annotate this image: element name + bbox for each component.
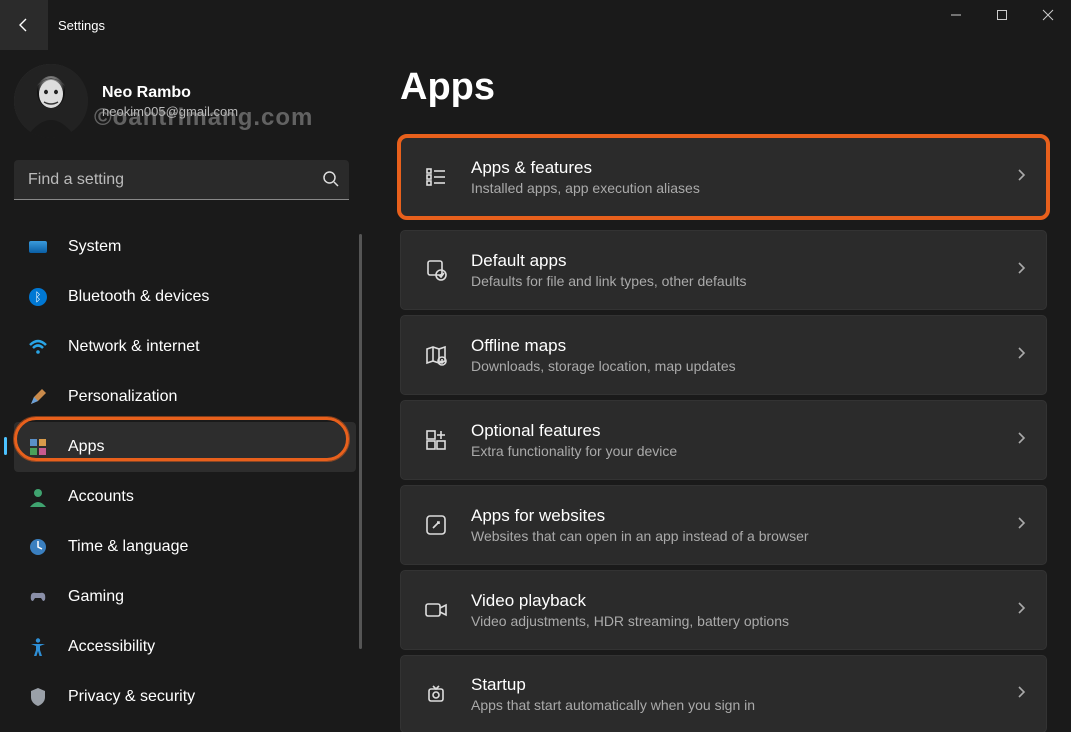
chevron-right-icon: [1016, 346, 1026, 365]
bluetooth-icon: ᛒ: [28, 287, 48, 307]
search-icon: [322, 170, 340, 193]
sidebar-item-label: Accessibility: [68, 638, 155, 656]
card-sub: Extra functionality for your device: [471, 443, 994, 459]
sidebar-item-label: Privacy & security: [68, 688, 195, 706]
page-title: Apps: [400, 66, 1047, 109]
close-icon: [1042, 9, 1054, 21]
video-icon: [423, 598, 449, 622]
chevron-right-icon: [1016, 261, 1026, 280]
search-wrap: [14, 160, 356, 200]
card-title: Offline maps: [471, 336, 994, 356]
accessibility-icon: [28, 637, 48, 657]
card-apps-features[interactable]: Apps & features Installed apps, app execu…: [400, 137, 1047, 217]
card-title: Optional features: [471, 421, 994, 441]
sidebar-item-accounts[interactable]: Accounts: [14, 472, 356, 522]
card-title: Apps & features: [471, 158, 994, 178]
sidebar-item-label: Personalization: [68, 388, 177, 406]
user-email: neokim005@gmail.com: [102, 104, 238, 119]
chevron-right-icon: [1016, 601, 1026, 620]
person-icon: [28, 487, 48, 507]
avatar: [14, 64, 88, 138]
sidebar-item-gaming[interactable]: Gaming: [14, 572, 356, 622]
sidebar-item-system[interactable]: System: [14, 222, 356, 272]
startup-icon: [423, 682, 449, 706]
card-apps-for-websites[interactable]: Apps for websites Websites that can open …: [400, 485, 1047, 565]
sidebar-scrollbar[interactable]: [359, 234, 362, 649]
monitor-icon: [28, 237, 48, 257]
sidebar-item-time-language[interactable]: Time & language: [14, 522, 356, 572]
close-button[interactable]: [1025, 0, 1071, 30]
sidebar: Neo Rambo neokim005@gmail.com ©oantriman…: [0, 50, 370, 732]
titlebar: Settings: [0, 0, 1071, 50]
card-sub: Video adjustments, HDR streaming, batter…: [471, 613, 994, 629]
nav: System ᛒ Bluetooth & devices Network & i…: [14, 222, 356, 722]
sidebar-item-label: System: [68, 238, 121, 256]
default-apps-icon: [423, 258, 449, 282]
apps-icon: [28, 437, 48, 457]
sidebar-item-label: Time & language: [68, 538, 188, 556]
clock-globe-icon: [28, 537, 48, 557]
chevron-right-icon: [1016, 516, 1026, 535]
chevron-right-icon: [1016, 685, 1026, 704]
card-sub: Apps that start automatically when you s…: [471, 697, 994, 713]
chevron-right-icon: [1016, 168, 1026, 187]
card-optional-features[interactable]: Optional features Extra functionality for…: [400, 400, 1047, 480]
paintbrush-icon: [28, 387, 48, 407]
gamepad-icon: [28, 587, 48, 607]
minimize-icon: [950, 9, 962, 21]
sidebar-item-label: Accounts: [68, 488, 134, 506]
minimize-button[interactable]: [933, 0, 979, 30]
card-title: Video playback: [471, 591, 994, 611]
card-title: Startup: [471, 675, 994, 695]
sidebar-item-accessibility[interactable]: Accessibility: [14, 622, 356, 672]
user-name: Neo Rambo: [102, 84, 238, 102]
back-button[interactable]: [0, 0, 48, 50]
card-title: Default apps: [471, 251, 994, 271]
card-default-apps[interactable]: Default apps Defaults for file and link t…: [400, 230, 1047, 310]
avatar-image: [14, 64, 88, 138]
map-icon: [423, 343, 449, 367]
card-title: Apps for websites: [471, 506, 994, 526]
window-title: Settings: [58, 18, 105, 33]
content: Apps Apps & features Installed apps, app …: [370, 50, 1071, 732]
arrow-left-icon: [16, 17, 32, 33]
card-startup[interactable]: Startup Apps that start automatically whe…: [400, 655, 1047, 732]
card-sub: Downloads, storage location, map updates: [471, 358, 994, 374]
chevron-right-icon: [1016, 431, 1026, 450]
window-controls: [933, 0, 1071, 30]
card-sub: Websites that can open in an app instead…: [471, 528, 994, 544]
shield-icon: [28, 687, 48, 707]
wifi-icon: [28, 337, 48, 357]
list-icon: [423, 165, 449, 189]
nav-active-indicator: [4, 437, 7, 455]
sidebar-item-personalization[interactable]: Personalization: [14, 372, 356, 422]
sidebar-item-label: Bluetooth & devices: [68, 288, 209, 306]
sidebar-item-apps[interactable]: Apps: [14, 422, 356, 472]
user-block[interactable]: Neo Rambo neokim005@gmail.com ©oantriman…: [14, 64, 356, 138]
card-offline-maps[interactable]: Offline maps Downloads, storage location,…: [400, 315, 1047, 395]
sidebar-item-label: Gaming: [68, 588, 124, 606]
sidebar-item-label: Network & internet: [68, 338, 200, 356]
maximize-button[interactable]: [979, 0, 1025, 30]
sidebar-item-label: Apps: [68, 438, 104, 456]
sidebar-item-privacy-security[interactable]: Privacy & security: [14, 672, 356, 722]
apps-websites-icon: [423, 513, 449, 537]
optional-features-icon: [423, 428, 449, 452]
card-sub: Installed apps, app execution aliases: [471, 180, 994, 196]
card-video-playback[interactable]: Video playback Video adjustments, HDR str…: [400, 570, 1047, 650]
sidebar-item-bluetooth[interactable]: ᛒ Bluetooth & devices: [14, 272, 356, 322]
sidebar-item-network[interactable]: Network & internet: [14, 322, 356, 372]
search-input[interactable]: [14, 160, 349, 200]
card-sub: Defaults for file and link types, other …: [471, 273, 994, 289]
maximize-icon: [996, 9, 1008, 21]
